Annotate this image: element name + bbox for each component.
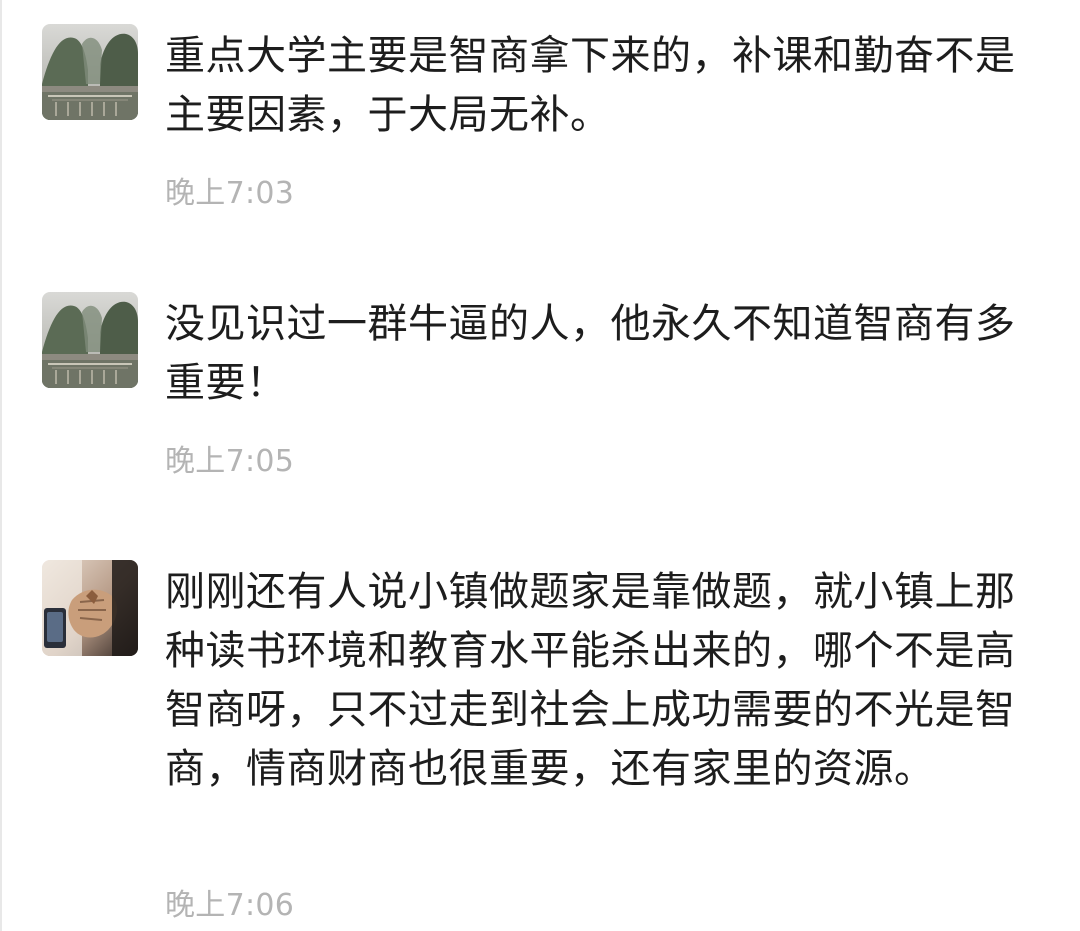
comment-timestamp: 晚上7:03	[165, 176, 295, 211]
comment-text: 刚刚还有人说小镇做题家是靠做题，就小镇上那种读书环境和教育水平能杀出来的，哪个不…	[165, 569, 1016, 792]
left-edge-divider	[0, 0, 2, 931]
user-avatar[interactable]	[42, 24, 138, 120]
comment-feed: 重点大学主要是智商拿下来的，补课和勤奋不是主要因素，于大局无补。 晚上7:03	[0, 0, 1080, 931]
comment-timestamp: 晚上7:06	[165, 888, 295, 923]
comment-text: 重点大学主要是智商拿下来的，补课和勤奋不是主要因素，于大局无补。	[165, 33, 1016, 138]
hand-photo-avatar-icon	[42, 560, 138, 656]
user-avatar[interactable]	[42, 560, 138, 656]
scenic-bridge-avatar-icon	[42, 292, 138, 388]
comment-timestamp: 晚上7:05	[165, 444, 295, 479]
scenic-bridge-avatar-icon	[42, 24, 138, 120]
comment-text: 没见识过一群牛逼的人，他永久不知道智商有多重要！	[165, 301, 1016, 406]
user-avatar[interactable]	[42, 292, 138, 388]
